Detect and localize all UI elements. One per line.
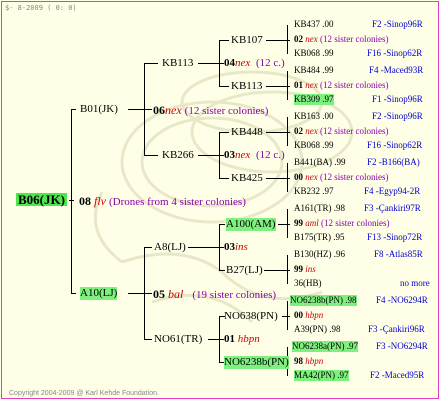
g4-0-sire[interactable]: KB437 .00 <box>294 19 334 30</box>
g4-6-sire[interactable]: NO6238b(PN) .98 <box>290 295 357 306</box>
g4-5-sire[interactable]: B130(HZ) .96 <box>294 249 345 260</box>
g4-3-dam[interactable]: KB232 .97 <box>294 186 334 197</box>
g4-3-sire-info: F2 -B166(BA) <box>367 157 420 167</box>
g2bot-dam[interactable]: NO61(TR) <box>154 333 202 346</box>
g3-3-sire[interactable]: NO638(PN) <box>224 310 278 323</box>
gen1-note: (Drones from 4 sister colonies) <box>109 196 246 208</box>
gen1-num: 08 <box>79 194 91 208</box>
g4-2-mating: 02 nex (12 sister colonies) <box>294 126 389 136</box>
g4-2-dam[interactable]: KB068 .99 <box>294 140 334 151</box>
g4-0-sire-info: F2 -Sinop96R <box>372 19 423 29</box>
g4-5-dam-info: no more <box>400 278 430 288</box>
g4-3-mating: 00 nex (12 sister colonies) <box>294 172 389 182</box>
g2top-dam[interactable]: KB266 <box>162 149 194 162</box>
g3-1-mating: 03nex (12 c.) <box>224 149 285 161</box>
g4-3-sire[interactable]: B441(BA) .99 <box>294 157 346 168</box>
g4-2-sire-info: F2 -Sinop96R <box>372 111 423 121</box>
g4-4-mating: 99 aml (12 sister colonies) <box>294 218 390 228</box>
g2top-sire[interactable]: KB113 <box>162 57 193 70</box>
g4-0-dam[interactable]: KB068 .99 <box>294 48 334 59</box>
pedigree-frame: $- 8-2009 ( 0: 0) B06(JK) B01(JK) 08 flv… <box>1 1 439 399</box>
g4-6-dam-info: F3 -Çankiri96R <box>368 324 425 334</box>
g4-2-dam-info: F16 -Sinop62R <box>367 140 423 150</box>
gen1-mating: 08 flv (Drones from 4 sister colonies) <box>79 194 246 209</box>
g2top-mating: 06nex (12 sister colonies) <box>153 103 269 117</box>
g4-3-dam-info: F4 -Egyp94-2R <box>364 186 421 196</box>
page-header: $- 8-2009 ( 0: 0) <box>5 4 77 12</box>
g4-5-dam[interactable]: 36(HB) <box>294 278 322 289</box>
g4-0-dam-info: F16 -Sinop62R <box>367 48 423 58</box>
g3-2-dam[interactable]: B27(LJ) <box>226 264 263 277</box>
g4-0-mating: 02 nex (12 sister colonies) <box>294 34 389 44</box>
g4-4-dam-info: F13 -Sinop72R <box>367 232 423 242</box>
g4-7-sire-info: F3 -NO6294R <box>376 341 428 351</box>
g4-5-mating: 99 ins <box>294 264 316 274</box>
g4-7-mating: 98 hbpn <box>294 356 324 366</box>
g4-4-sire-info: F3 -Çankiri97R <box>364 203 421 213</box>
g4-1-sire-info: F4 -Maced93R <box>369 65 424 75</box>
g4-7-dam[interactable]: MA42(PN) .97 <box>294 370 349 381</box>
g3-3-mating: 01 hbpn <box>224 333 260 345</box>
g4-1-dam[interactable]: KB309 .97 <box>294 94 334 105</box>
g4-2-sire[interactable]: KB163 .00 <box>294 111 334 122</box>
g4-7-sire[interactable]: NO6238a(PN) .97 <box>292 341 358 352</box>
g4-4-dam[interactable]: B175(TR) .95 <box>294 232 345 243</box>
g3-1-dam[interactable]: KB425 <box>231 172 263 185</box>
root-queen[interactable]: B06(JK) <box>16 193 67 206</box>
g4-1-dam-info: F1 -Sinop96R <box>372 94 423 104</box>
g4-4-sire[interactable]: A161(TR) .98 <box>294 203 345 214</box>
g3-3-dam[interactable]: NO6238b(PN) <box>224 356 289 369</box>
gen1-sire[interactable]: B01(JK) <box>80 103 118 116</box>
g3-2-sire[interactable]: A100(AM) <box>226 218 276 231</box>
copyright-footer: Copyright 2004-2009 @ Karl Kehde Foundat… <box>9 390 159 397</box>
g4-1-sire[interactable]: KB484 .99 <box>294 65 334 76</box>
g3-0-dam[interactable]: KB113 <box>231 80 262 93</box>
gen1-race: flv <box>94 194 106 208</box>
g2bot-mating: 05 bal (19 sister colonies) <box>153 287 277 301</box>
g2bot-sire[interactable]: A8(LJ) <box>154 241 186 254</box>
g3-0-mating: 04nex (12 c.) <box>224 57 285 69</box>
gen1-dam[interactable]: A10(LJ) <box>80 287 118 300</box>
g4-5-sire-info: F8 -Atlas85R <box>374 249 423 259</box>
g3-2-mating: 03ins <box>224 241 248 253</box>
g3-1-sire[interactable]: KB448 <box>231 126 263 139</box>
g4-6-mating: 00 hbpn <box>294 310 324 320</box>
g4-6-dam[interactable]: A39(PN) .98 <box>294 324 341 335</box>
g3-0-sire[interactable]: KB107 <box>231 34 263 47</box>
g4-6-sire-info: F4 -NO6294R <box>376 295 428 305</box>
g4-1-mating: 01 nex (12 sister colonies) <box>294 80 389 90</box>
g4-7-dam-info: F2 -Maced95R <box>370 370 425 380</box>
